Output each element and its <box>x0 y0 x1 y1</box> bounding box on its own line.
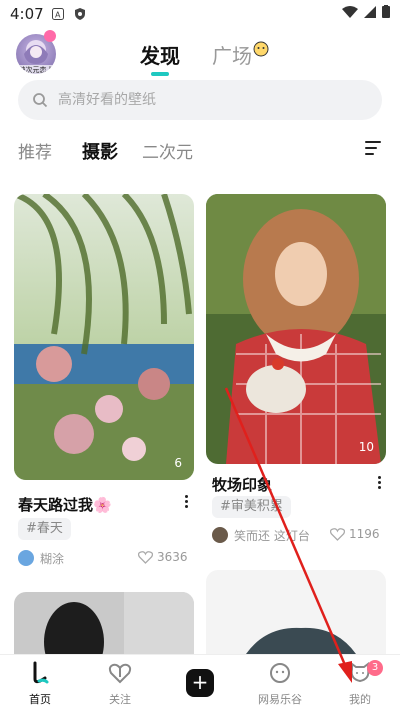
follow-heart-icon <box>108 663 132 684</box>
status-bar: 4:07 A <box>0 0 400 28</box>
nav-follow-label: 关注 <box>109 693 131 706</box>
nav-follow[interactable]: 关注 <box>90 661 150 707</box>
card-tag[interactable]: #春天 <box>18 518 71 540</box>
bottom-navigation: 首页 关注 + 网易乐谷 我的 <box>0 654 400 712</box>
nav-leisure-valley[interactable]: 网易乐谷 <box>250 661 310 707</box>
search-icon <box>33 93 48 108</box>
woman-with-hen-photo <box>206 194 386 464</box>
wifi-icon <box>342 5 358 18</box>
card-image[interactable] <box>206 570 386 654</box>
shield-icon <box>75 8 85 20</box>
card-tag[interactable]: #审美积累 <box>212 496 291 518</box>
active-tab-indicator <box>151 72 169 76</box>
more-options-icon[interactable] <box>185 495 189 510</box>
image-count: 10 <box>358 440 374 454</box>
svg-text:A: A <box>55 11 61 20</box>
create-post-button[interactable]: + <box>186 669 214 697</box>
like-button[interactable]: 3636 <box>138 550 188 564</box>
category-anime[interactable]: 二次元 <box>142 138 193 163</box>
image-count: 6 <box>174 456 182 470</box>
heart-icon <box>44 30 56 42</box>
partial-photo <box>206 570 386 654</box>
nav-profile-label: 我的 <box>349 693 371 706</box>
card-image[interactable]: 6 <box>14 194 194 480</box>
status-time: 4:07 <box>10 5 44 23</box>
nav-home[interactable]: 首页 <box>10 661 70 707</box>
author-avatar[interactable] <box>212 527 228 543</box>
plus-icon: + <box>191 670 209 694</box>
heart-outline-icon <box>138 550 153 564</box>
author-name[interactable]: 糊涂 <box>40 550 64 567</box>
home-icon <box>33 661 49 684</box>
willow-river-photo <box>14 194 194 480</box>
heart-outline-icon <box>330 527 345 541</box>
category-recommend[interactable]: 推荐 <box>18 138 52 163</box>
like-button[interactable]: 1196 <box>330 527 380 541</box>
more-options-icon[interactable] <box>378 476 382 491</box>
battery-icon <box>382 5 390 18</box>
card-title[interactable]: 牧场印象 <box>212 474 272 495</box>
menu-icon[interactable] <box>365 141 381 155</box>
card-image[interactable]: 10 <box>206 194 386 464</box>
emoji-sticker-icon <box>253 41 269 57</box>
search-bar[interactable] <box>18 80 382 120</box>
card-image[interactable] <box>14 592 194 654</box>
signal-icon <box>364 5 376 18</box>
avatar-caption: 破次元恋人 <box>16 65 56 74</box>
partial-photo <box>14 592 194 654</box>
tab-discover[interactable]: 发现 <box>140 40 180 69</box>
nav-leisure-label: 网易乐谷 <box>258 693 302 706</box>
category-photography[interactable]: 摄影 <box>82 138 118 164</box>
card-title[interactable]: 春天路过我🌸 <box>18 494 112 515</box>
tab-square[interactable]: 广场 <box>212 40 252 69</box>
smiley-face-icon <box>270 663 290 683</box>
author-avatar[interactable] <box>18 550 34 566</box>
author-name[interactable]: 笑而还 这灯台 <box>234 527 310 544</box>
notification-a-icon: A <box>52 8 64 20</box>
like-count: 3636 <box>157 550 188 564</box>
search-input[interactable] <box>58 80 358 120</box>
like-count: 1196 <box>349 527 380 541</box>
notification-badge: 3 <box>367 660 383 676</box>
nav-home-label: 首页 <box>29 693 51 706</box>
